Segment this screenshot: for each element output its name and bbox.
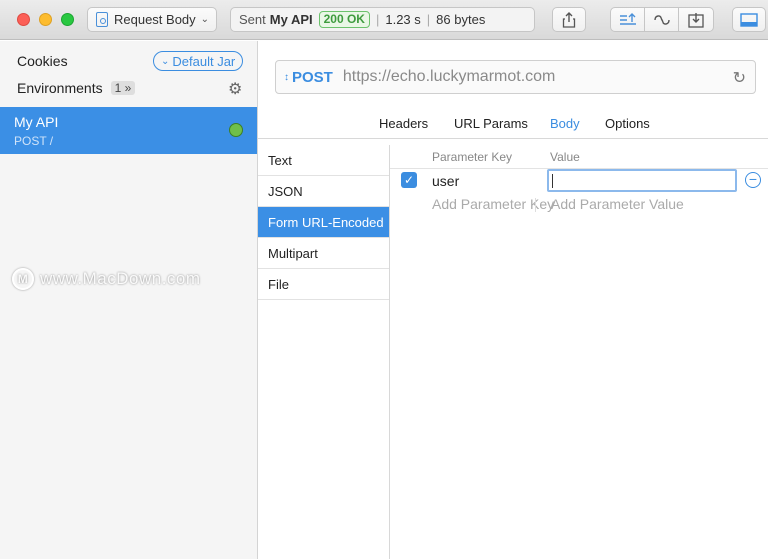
request-name: My API xyxy=(14,114,59,130)
param-key-header: Parameter Key xyxy=(432,150,513,164)
url-bar: ↕ POST https://echo.luckymarmot.com ↻ xyxy=(275,60,756,94)
view-button-group xyxy=(610,7,714,32)
add-param-value-field[interactable]: Add Parameter Value xyxy=(551,196,684,212)
status-badge: 200 OK xyxy=(318,11,370,28)
body-type-form-url-encoded[interactable]: Form URL-Encoded xyxy=(258,207,389,238)
panel-icon xyxy=(740,12,758,27)
tab-body[interactable]: Body xyxy=(550,116,580,131)
cookies-label[interactable]: Cookies xyxy=(17,53,68,69)
document-selector[interactable]: Request Body ⌄ xyxy=(87,7,217,32)
method-selector[interactable]: ↕ POST xyxy=(284,69,333,86)
upload-sort-button[interactable] xyxy=(611,8,645,31)
chevron-down-icon: ⌄ xyxy=(161,55,170,67)
close-window-button[interactable] xyxy=(17,13,30,26)
environments-row[interactable]: Environments 1 » xyxy=(17,80,136,96)
tab-url-params[interactable]: URL Params xyxy=(454,116,528,131)
sent-label: Sent xyxy=(239,12,266,27)
param-enabled-checkbox[interactable]: ✓ xyxy=(401,172,417,188)
sent-api-name: My API xyxy=(269,12,313,27)
param-key-field[interactable]: user xyxy=(432,173,459,189)
body-type-json[interactable]: JSON xyxy=(258,176,389,207)
response-status: Sent My API 200 OK | 1.23 s | 86 bytes xyxy=(230,7,535,32)
cookie-jar-selector[interactable]: ⌄ Default Jar xyxy=(153,51,244,71)
sidebar: Cookies ⌄ Default Jar Environments 1 » ⚙… xyxy=(0,41,258,559)
document-icon xyxy=(96,12,108,27)
param-value-header: Value xyxy=(550,150,580,164)
remove-param-icon[interactable]: − xyxy=(745,172,761,188)
watermark: M www.MacDown.com xyxy=(12,268,201,290)
cookie-jar-label: Default Jar xyxy=(172,53,236,69)
gear-icon[interactable]: ⚙ xyxy=(228,79,242,99)
request-editor: ↕ POST https://echo.luckymarmot.com ↻ Hea… xyxy=(258,41,768,559)
body-type-text[interactable]: Text xyxy=(258,145,389,176)
import-icon xyxy=(688,12,704,28)
watermark-text: www.MacDown.com xyxy=(40,269,201,288)
document-name: Request Body xyxy=(114,12,196,27)
reload-icon[interactable]: ↻ xyxy=(733,68,746,88)
body-type-list: Text JSON Form URL-Encoded Multipart Fil… xyxy=(258,145,390,559)
share-button[interactable] xyxy=(552,7,586,32)
form-params-editor: Parameter Key Value ✓ user − Add Paramet… xyxy=(390,145,768,559)
method-label: POST xyxy=(292,68,333,86)
request-method-path: POST / xyxy=(14,134,54,148)
environments-count-badge: 1 » xyxy=(110,81,136,95)
toggle-panel-button[interactable] xyxy=(732,7,766,32)
tab-options[interactable]: Options xyxy=(605,116,650,131)
response-time: 1.23 s xyxy=(385,12,421,27)
request-tabs: Headers URL Params Body Options xyxy=(258,115,768,139)
link-button[interactable] xyxy=(645,8,679,31)
environments-label: Environments xyxy=(17,80,103,96)
param-value-field[interactable] xyxy=(547,169,737,192)
divider: | xyxy=(426,12,431,27)
link-icon xyxy=(653,14,670,25)
divider: | xyxy=(375,12,380,27)
tab-headers[interactable]: Headers xyxy=(379,116,428,131)
request-status-dot xyxy=(229,123,243,137)
environments-count: 1 xyxy=(114,81,122,95)
import-button[interactable] xyxy=(679,8,713,31)
request-item[interactable]: My API POST / xyxy=(0,107,257,154)
chevron-down-icon: ⌄ xyxy=(200,14,210,25)
share-icon xyxy=(562,11,576,28)
up-down-arrows-icon: ↕ xyxy=(284,71,289,83)
upload-sort-icon xyxy=(619,12,636,25)
zoom-window-button[interactable] xyxy=(61,13,74,26)
body-type-multipart[interactable]: Multipart xyxy=(258,238,389,269)
column-divider xyxy=(535,198,536,212)
window-toolbar: Request Body ⌄ Sent My API 200 OK | 1.23… xyxy=(0,0,768,40)
response-size: 86 bytes xyxy=(436,12,486,27)
macdown-logo-icon: M xyxy=(12,268,34,290)
url-input[interactable]: https://echo.luckymarmot.com xyxy=(343,68,556,86)
body-type-file[interactable]: File xyxy=(258,269,389,300)
minimize-window-button[interactable] xyxy=(39,13,52,26)
